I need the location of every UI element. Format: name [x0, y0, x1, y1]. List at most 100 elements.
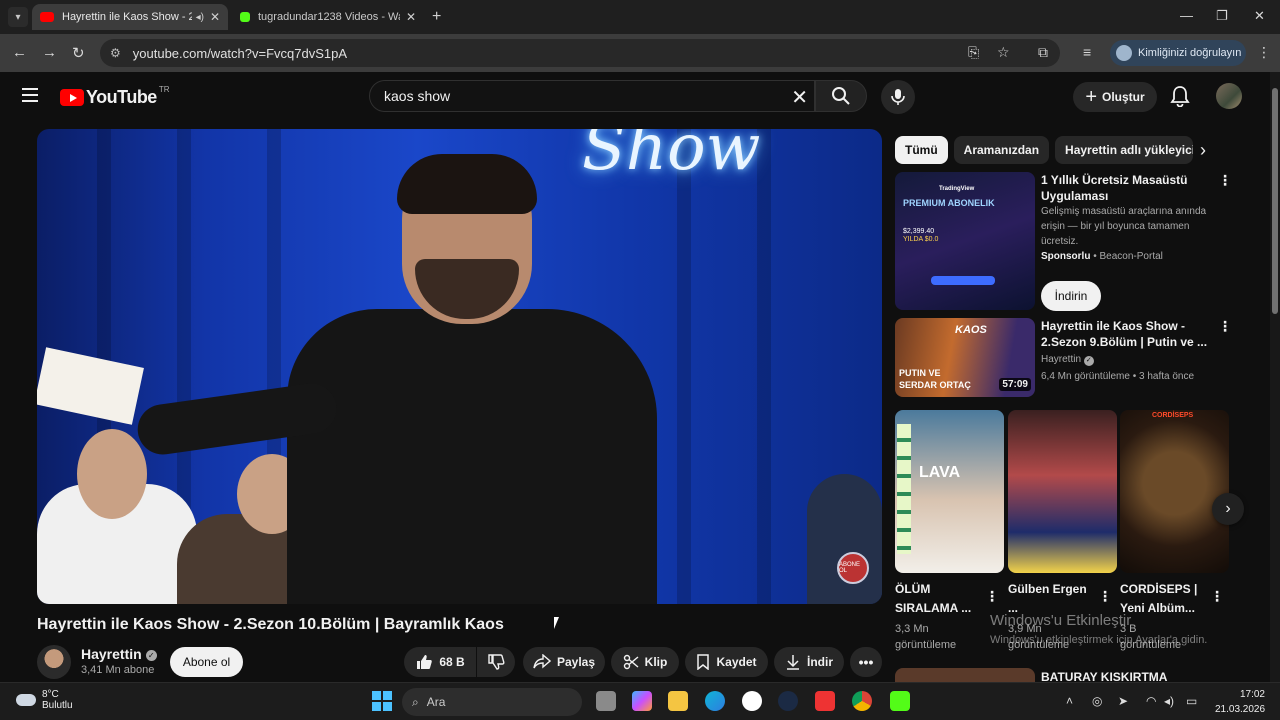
- wifi-icon[interactable]: ◠: [1146, 694, 1156, 708]
- tab-kick[interactable]: tugradundar1238 Videos - Wat ✕: [232, 4, 424, 30]
- kick-app-icon[interactable]: [890, 691, 910, 711]
- dislike-button[interactable]: [477, 647, 515, 677]
- close-tab-icon[interactable]: ✕: [406, 10, 416, 24]
- scrollbar-thumb[interactable]: [1272, 88, 1278, 314]
- profile-button[interactable]: Kimliğinizi doğrulayın: [1110, 40, 1246, 66]
- filter-chips: Tümü Aramanızdan Hayrettin adlı yükleyic…: [895, 136, 1199, 164]
- video-player[interactable]: Show ABONE OL: [37, 129, 882, 604]
- address-bar[interactable]: ⚙ youtube.com/watch?v=Fvcq7dvS1pA: [100, 39, 1060, 67]
- chevron-up-icon[interactable]: ˄: [1066, 694, 1073, 708]
- youtube-header: YouTube TR kaos show ✕ + Oluştur: [0, 72, 1270, 122]
- chip-all[interactable]: Tümü: [895, 136, 948, 164]
- short-thumbnail[interactable]: [1008, 410, 1117, 573]
- battery-icon[interactable]: ▭: [1186, 694, 1197, 708]
- new-tab-button[interactable]: +: [432, 8, 441, 26]
- minimize-icon[interactable]: —: [1180, 8, 1193, 23]
- plus-icon: +: [1085, 85, 1097, 108]
- short-title[interactable]: ÖLÜM SIRALAMA ...: [895, 580, 985, 618]
- maximize-icon[interactable]: ❐: [1216, 8, 1228, 24]
- extensions-icon[interactable]: ⧉: [1038, 44, 1048, 61]
- subscriber-count: 3,41 Mn abone: [81, 664, 155, 676]
- tab-search-button[interactable]: ▾: [8, 7, 28, 27]
- kick-favicon-icon: [240, 12, 250, 22]
- time: 17:02: [1239, 689, 1265, 700]
- clear-search-icon[interactable]: ✕: [791, 85, 808, 110]
- volume-icon[interactable]: ◂): [1164, 694, 1174, 708]
- windows-start-icon[interactable]: [372, 691, 392, 711]
- ad-thumbnail[interactable]: TradingView PREMIUM ABONELIK $2,399.40 Y…: [895, 172, 1035, 310]
- close-window-icon[interactable]: ✕: [1254, 8, 1265, 24]
- clip-button[interactable]: Klip: [611, 647, 679, 677]
- menu-icon[interactable]: [22, 88, 38, 106]
- back-icon[interactable]: ←: [12, 44, 27, 61]
- short-thumbnail[interactable]: LAVA: [895, 410, 1004, 573]
- paper-card: [37, 347, 144, 425]
- search-button[interactable]: [815, 80, 867, 112]
- search-input[interactable]: kaos show ✕: [369, 80, 815, 112]
- neon-sign: Show: [582, 129, 761, 185]
- shorts-next-button[interactable]: ›: [1212, 493, 1244, 525]
- ad-download-button[interactable]: İndirin: [1041, 281, 1101, 311]
- youtube-logo[interactable]: YouTube TR: [60, 85, 170, 108]
- bookmark-star-icon[interactable]: ☆: [997, 44, 1010, 61]
- send-icon[interactable]: ➤: [1118, 694, 1128, 708]
- voice-search-button[interactable]: [881, 80, 915, 114]
- like-button[interactable]: 68 B: [404, 647, 476, 677]
- channel-name-text: Hayrettin: [81, 646, 142, 662]
- short-menu-icon[interactable]: ⋮: [1210, 588, 1224, 605]
- app-icon[interactable]: [815, 691, 835, 711]
- save-button[interactable]: Kaydet: [685, 647, 768, 677]
- chip-from-uploader[interactable]: Hayrettin adlı yükleyiciden: [1055, 136, 1194, 164]
- share-button[interactable]: Paylaş: [523, 647, 605, 677]
- copilot-icon[interactable]: [632, 691, 652, 711]
- notifications-bell-icon[interactable]: [1170, 85, 1190, 112]
- recommended-title[interactable]: Hayrettin ile Kaos Show - 2.Sezon 9.Bölü…: [1041, 318, 1209, 350]
- file-explorer-icon[interactable]: [668, 691, 688, 711]
- forward-icon[interactable]: →: [42, 44, 57, 61]
- channel-name[interactable]: Hayrettin ✓: [81, 646, 157, 662]
- recommended-meta: 6,4 Mn görüntüleme • 3 hafta önce: [1041, 371, 1195, 382]
- yandex-icon[interactable]: [742, 691, 762, 711]
- short-menu-icon[interactable]: ⋮: [985, 588, 999, 605]
- recommended-menu-icon[interactable]: ⋮: [1218, 318, 1232, 335]
- create-button[interactable]: + Oluştur: [1073, 82, 1157, 112]
- close-tab-icon[interactable]: ✕: [210, 10, 220, 24]
- reload-icon[interactable]: ↻: [72, 44, 85, 62]
- short-title[interactable]: CORDİSEPS | Yeni Albüm...: [1120, 580, 1210, 618]
- task-view-icon[interactable]: [596, 691, 616, 711]
- tray-app-icon[interactable]: ◎: [1092, 694, 1102, 708]
- next-thumbnail[interactable]: [895, 668, 1035, 682]
- more-actions-button[interactable]: •••: [850, 647, 882, 677]
- short-menu-icon[interactable]: ⋮: [1098, 588, 1112, 605]
- site-info-icon[interactable]: ⚙: [110, 46, 121, 60]
- short-thumbnail[interactable]: CORDİSEPS: [1120, 410, 1229, 573]
- recommended-thumbnail[interactable]: KAOS PUTIN VE SERDAR ORTAÇ 57:09: [895, 318, 1035, 397]
- channel-avatar[interactable]: [37, 645, 71, 679]
- clock[interactable]: 17:02 21.03.2026: [1215, 687, 1265, 717]
- download-button[interactable]: İndir: [774, 647, 844, 677]
- media-queue-icon[interactable]: ≡: [1083, 44, 1091, 60]
- subscribe-button[interactable]: Abone ol: [170, 647, 243, 677]
- install-app-icon[interactable]: ⎘: [968, 44, 979, 61]
- chip-from-search[interactable]: Aramanızdan: [953, 136, 1050, 164]
- weather-widget[interactable]: 8°C Bulutlu: [16, 689, 73, 711]
- subscribe-watermark-badge[interactable]: ABONE OL: [837, 552, 869, 584]
- account-avatar[interactable]: [1216, 83, 1242, 109]
- chrome-icon[interactable]: [852, 691, 872, 711]
- browser-menu-icon[interactable]: ⋮: [1257, 44, 1271, 61]
- edge-icon[interactable]: [705, 691, 725, 711]
- taskbar-search[interactable]: ⌕ Ara: [402, 688, 582, 716]
- speaker-icon[interactable]: ◂): [196, 12, 204, 23]
- url-text: youtube.com/watch?v=Fvcq7dvS1pA: [132, 45, 348, 61]
- ad-thumb-price: $2,399.40: [903, 228, 935, 235]
- tab-youtube[interactable]: Hayrettin ile Kaos Show - 2. ◂) ✕: [32, 4, 228, 30]
- page-scrollbar[interactable]: [1270, 72, 1280, 682]
- steam-icon[interactable]: [778, 691, 798, 711]
- ad-menu-icon[interactable]: ⋮: [1218, 172, 1232, 189]
- browser-tabbar: ▾ Hayrettin ile Kaos Show - 2. ◂) ✕ tugr…: [0, 0, 1280, 34]
- chevron-right-icon[interactable]: ›: [1200, 140, 1206, 161]
- ad-thumb-cta: [931, 276, 995, 285]
- presenter: [287, 309, 657, 604]
- recommended-channel[interactable]: Hayrettin ✓: [1041, 354, 1094, 366]
- ad-title[interactable]: 1 Yıllık Ücretsiz Masaüstü Uygulaması: [1041, 172, 1211, 204]
